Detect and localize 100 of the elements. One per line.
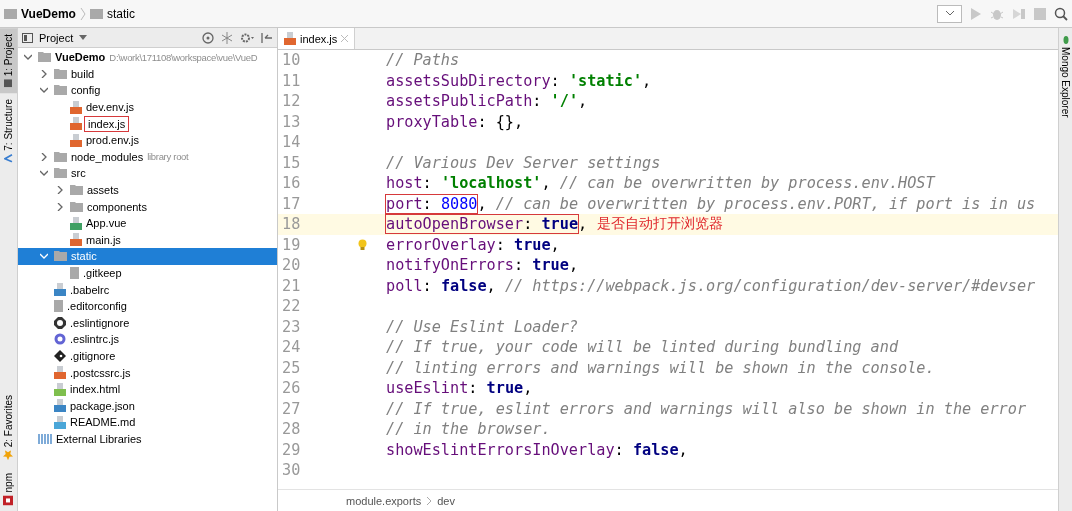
tree-item[interactable]: config	[18, 82, 277, 99]
tree-item[interactable]: dev.env.js	[18, 98, 277, 116]
tool-window-tab[interactable]: 1: Project	[0, 28, 17, 94]
tree-item[interactable]: package.json	[18, 397, 277, 415]
code-token: proxyTable	[386, 112, 478, 131]
breadcrumb-link[interactable]: module.exports	[346, 494, 422, 507]
editor-tab[interactable]: index.js	[278, 28, 356, 49]
npm-icon	[3, 495, 14, 505]
tree-item[interactable]: node_modules library root	[18, 148, 277, 166]
stop-icon[interactable]	[1034, 7, 1046, 20]
folder-icon	[54, 151, 67, 162]
code-token: // Paths	[386, 51, 460, 70]
code-token: ,	[642, 71, 652, 90]
tree-item[interactable]: assets	[18, 181, 277, 199]
tree-item[interactable]: .editorconfig	[18, 297, 277, 315]
line-number: 24	[282, 338, 301, 357]
code-token: // can be overwritten by process.env.HOST	[559, 174, 935, 193]
tree-item[interactable]: README.md	[18, 414, 277, 431]
breadcrumb-link[interactable]: VueDemo	[21, 6, 76, 21]
code-token: 'static'	[568, 71, 643, 90]
tool-window-tab[interactable]: npm	[0, 466, 17, 511]
collapse-icon[interactable]	[221, 31, 233, 44]
breadcrumb-link[interactable]: dev	[437, 494, 455, 507]
caret-icon[interactable]	[79, 35, 88, 40]
tree-item[interactable]: index.js	[18, 115, 277, 132]
tool-window-tab[interactable]: 2: Favorites	[0, 389, 17, 467]
code-token: poll	[386, 276, 423, 295]
settings-icon[interactable]	[240, 31, 254, 44]
folder-icon	[4, 8, 17, 19]
path-hint: library root	[147, 151, 189, 163]
line-number: 16	[282, 174, 301, 193]
line-number: 18	[282, 215, 301, 234]
tree-item[interactable]: main.js	[18, 231, 277, 249]
code-token: true	[532, 256, 569, 275]
star-icon	[3, 450, 14, 461]
tree-item[interactable]: .eslintrc.js	[18, 331, 277, 348]
line-number: 11	[282, 71, 301, 90]
code-token: ,	[578, 92, 588, 111]
folder-icon	[89, 8, 103, 19]
chevron-right-icon	[40, 152, 48, 161]
tree-item[interactable]: .postcssrc.js	[18, 364, 277, 381]
code-token: port	[386, 194, 423, 213]
code-token: host	[386, 174, 423, 193]
line-number: 28	[282, 420, 301, 439]
code-token: // https://webpack.js.org/configuration/dev-server/#devser	[504, 276, 1036, 295]
chevron-right-icon	[40, 69, 48, 78]
line-number: 19	[282, 235, 301, 254]
folder-icon	[54, 251, 67, 262]
run-icon[interactable]	[970, 6, 982, 21]
close-icon[interactable]	[341, 35, 349, 42]
eslint-icon	[54, 333, 66, 346]
tree-item[interactable]: App.vue	[18, 214, 277, 232]
target-icon[interactable]	[202, 31, 214, 44]
lightbulb-icon[interactable]	[357, 238, 367, 251]
line-number: 12	[282, 92, 301, 111]
code-token: // Use Eslint Loader?	[386, 317, 579, 336]
line-number: 22	[282, 297, 301, 316]
tree-item[interactable]: prod.env.js	[18, 131, 277, 149]
tool-window-tab[interactable]: Mongo Explorer	[1059, 36, 1072, 118]
folder-icon	[38, 52, 51, 63]
code-token: false	[632, 440, 679, 459]
line-number: 20	[282, 256, 301, 275]
annotation-text: 是否自动打开浏览器	[597, 215, 724, 234]
tree-item[interactable]: External Libraries	[18, 430, 277, 448]
tree-item[interactable]: .eslintignore	[18, 314, 277, 332]
tree-item[interactable]: static	[18, 248, 277, 265]
code-token: false	[440, 276, 487, 295]
line-number: 21	[282, 276, 301, 295]
tree-item[interactable]: build	[18, 65, 277, 83]
code-token: showEslintErrorsInOverlay	[386, 440, 615, 459]
tree-item[interactable]: components	[18, 198, 277, 215]
caret-icon	[945, 11, 954, 16]
code-token: autoOpenBrowser	[386, 215, 524, 234]
tool-window-tab[interactable]: 7: Structure	[0, 93, 17, 169]
tree-item[interactable]: VueDemo D:\work\171108\workspace\vue\VueD	[18, 49, 277, 66]
tree-item[interactable]: src	[18, 165, 277, 182]
git-icon	[54, 350, 66, 362]
code-token: :	[422, 174, 433, 193]
line-number: 10	[282, 51, 301, 70]
search-icon[interactable]	[1054, 6, 1068, 21]
html-file-icon	[54, 382, 66, 396]
line-number: 23	[282, 317, 301, 336]
file-icon	[70, 267, 79, 279]
chevron-down-icon	[24, 53, 32, 62]
code-token: 8080	[440, 194, 478, 213]
dropdown-button[interactable]	[937, 4, 962, 23]
code-token: ,	[578, 215, 588, 234]
leaf-icon	[1062, 36, 1069, 44]
line-number: 13	[282, 112, 301, 131]
hide-icon[interactable]	[261, 31, 273, 44]
tree-item[interactable]: .babelrc	[18, 281, 277, 298]
breadcrumb-link[interactable]: static	[106, 6, 135, 21]
code-token: :	[422, 276, 433, 295]
panel-title[interactable]: Project	[39, 31, 74, 44]
tree-item[interactable]: .gitkeep	[18, 264, 277, 282]
tree-item[interactable]: index.html	[18, 380, 277, 398]
library-icon	[38, 432, 52, 445]
tree-item[interactable]: .gitignore	[18, 347, 277, 365]
coverage-icon[interactable]	[1012, 6, 1026, 21]
code-token: // If true, your code will be linted during bundling and	[386, 338, 899, 357]
